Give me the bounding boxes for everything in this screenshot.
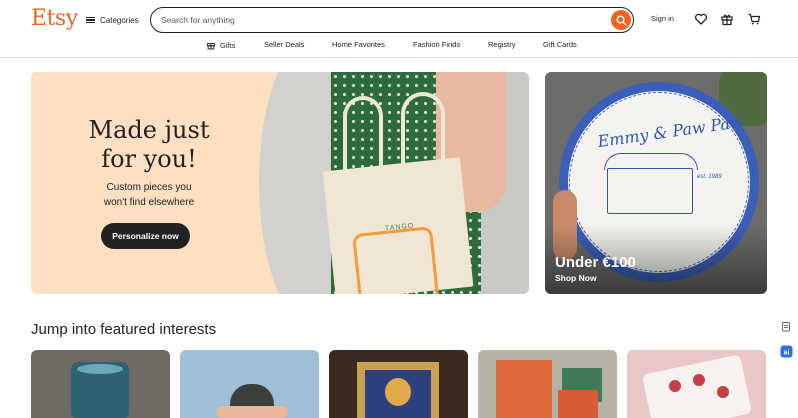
sub-navigation: Gifts Seller Deals Home Favorites Fashio… <box>0 40 798 52</box>
ai-icon: ai <box>780 345 792 357</box>
subnav-label: Gifts <box>220 40 236 50</box>
search-icon <box>616 15 627 26</box>
cart-icon <box>748 13 761 25</box>
favorites-button[interactable] <box>694 12 708 26</box>
site-header: Etsy Categories Sign in <box>0 0 798 58</box>
categories-label: Categories <box>100 15 139 25</box>
interest-card-hats[interactable] <box>180 350 319 418</box>
subnav-home-favorites[interactable]: Home Favorites <box>332 40 385 49</box>
search-button[interactable] <box>611 10 631 30</box>
gifts-button[interactable] <box>720 12 734 26</box>
svg-text:ai: ai <box>783 349 789 356</box>
mug-image <box>71 362 129 418</box>
gift-icon <box>206 43 216 50</box>
subnav-gifts[interactable]: Gifts <box>206 40 235 50</box>
hero-banner[interactable]: TANGO Made just for you! Custom pieces y… <box>31 72 529 294</box>
ai-assistant-button[interactable]: ai <box>778 343 794 359</box>
interest-card-playing-cards[interactable] <box>627 350 766 418</box>
clipboard-icon <box>782 321 790 331</box>
invitation-image <box>496 360 552 418</box>
categories-button[interactable]: Categories <box>86 12 139 28</box>
interest-card-art[interactable] <box>329 350 468 418</box>
promo-card-under-100[interactable]: Emmy & Paw Paw est. 1989 Under €100 Shop… <box>545 72 767 294</box>
shop-now-link[interactable]: Shop Now <box>555 273 597 283</box>
personalize-now-button[interactable]: Personalize now <box>101 223 190 249</box>
promo-price-label: Under €100 <box>555 254 636 271</box>
search-bar <box>150 7 634 33</box>
subnav-fashion-finds[interactable]: Fashion Finds <box>413 40 460 49</box>
hero-subtitle: Custom pieces you won't find elsewhere <box>103 182 195 208</box>
house-drawing <box>604 153 698 214</box>
search-input[interactable] <box>161 13 601 27</box>
interest-card-invitations[interactable] <box>478 350 617 418</box>
gift-icon <box>721 14 733 26</box>
sign-in-link[interactable]: Sign in <box>651 14 674 23</box>
interest-card-ceramics[interactable] <box>31 350 170 418</box>
subnav-registry[interactable]: Registry <box>488 40 516 49</box>
menu-icon <box>86 16 95 24</box>
cards-image <box>641 354 753 418</box>
subnav-seller-deals[interactable]: Seller Deals <box>264 40 304 49</box>
etsy-logo[interactable]: Etsy <box>31 6 78 31</box>
hero-title: Made just for you! <box>88 116 210 173</box>
featured-interests-heading: Jump into featured interests <box>31 321 217 338</box>
plate-est-text: est. 1989 <box>697 174 722 180</box>
subnav-gift-cards[interactable]: Gift Cards <box>543 40 577 49</box>
page-tool-icon[interactable] <box>778 318 794 334</box>
cart-button[interactable] <box>747 12 761 26</box>
heart-icon <box>695 13 707 25</box>
